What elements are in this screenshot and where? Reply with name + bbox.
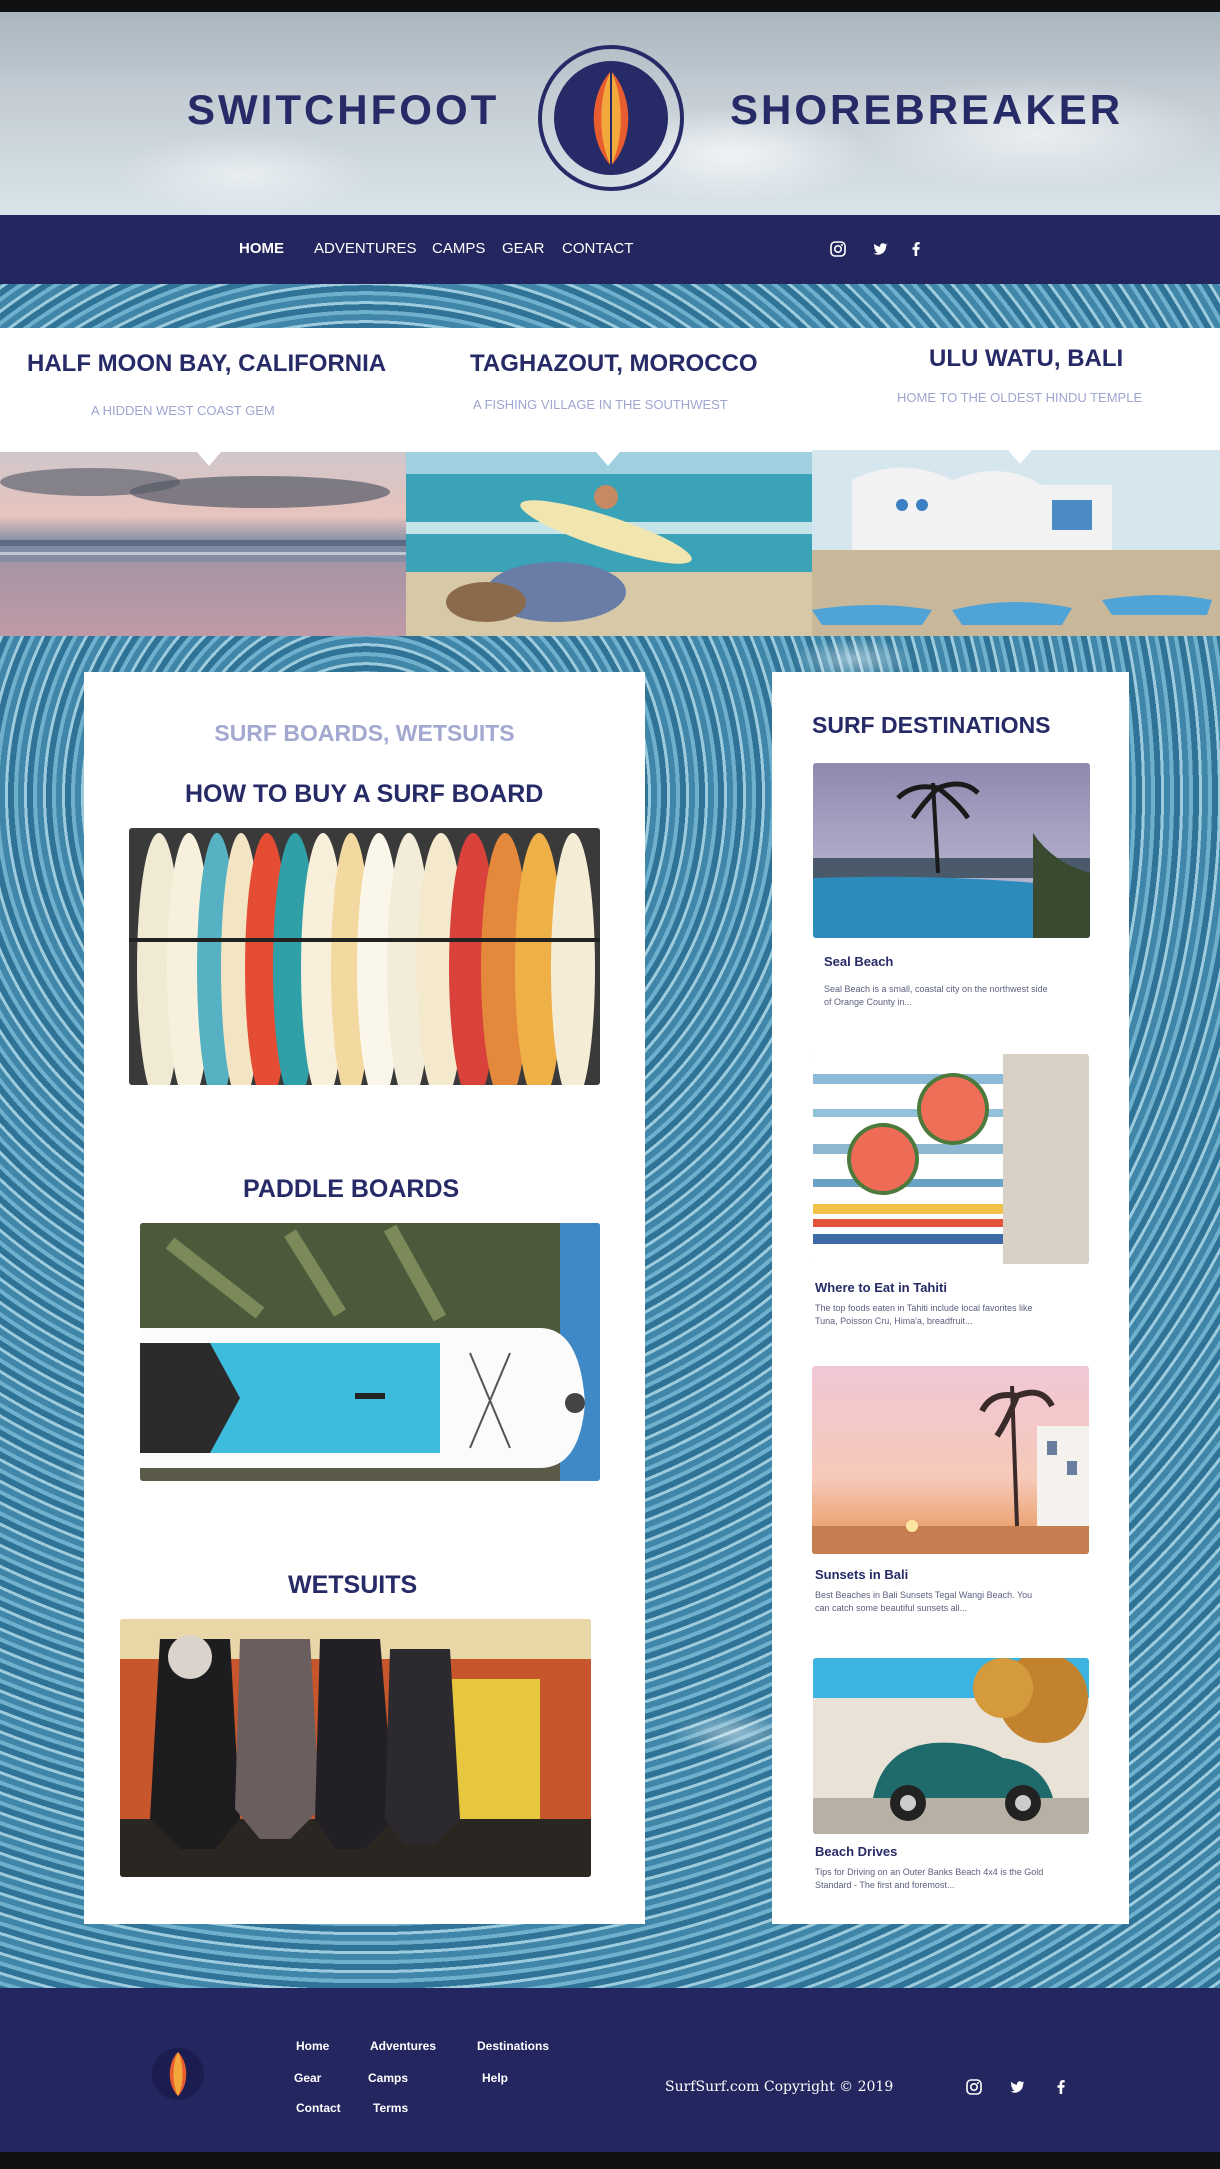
location-title: TAGHAZOUT, MOROCCO [470,350,758,377]
location-card[interactable]: ULU WATU, BALI HOME TO THE OLDEST HINDU … [812,328,1220,636]
footer-logo-icon[interactable] [152,2048,204,2100]
gear-kicker: SURF BOARDS, WETSUITS [214,720,515,746]
instagram-icon[interactable] [829,240,847,258]
destination-name[interactable]: Beach Drives [815,1844,897,1859]
location-subtitle: A FISHING VILLAGE IN THE SOUTHWEST [473,397,728,412]
location-card[interactable]: HALF MOON BAY, CALIFORNIA A HIDDEN WEST … [0,328,406,636]
paddleboard-image[interactable] [140,1223,600,1481]
site-footer: Home Adventures Destinations Gear Camps … [0,1988,1220,2152]
gear-panel: SURF BOARDS, WETSUITS HOW TO BUY A SURF … [84,672,645,1924]
destination-name[interactable]: Where to Eat in Tahiti [815,1280,947,1295]
bottom-strip [0,2152,1220,2169]
destination-image[interactable] [813,1054,1089,1264]
footer-link-help[interactable]: Help [482,2071,508,2085]
destinations-heading: SURF DESTINATIONS [812,712,1051,738]
destination-desc: Tips for Driving on an Outer Banks Beach… [815,1867,1044,1890]
location-image [406,452,812,636]
nav-camps[interactable]: CAMPS [432,240,485,257]
nav-gear[interactable]: GEAR [502,240,545,257]
location-subtitle: HOME TO THE OLDEST HINDU TEMPLE [897,390,1143,405]
twitter-icon[interactable] [871,240,889,258]
section-title: WETSUITS [288,1571,418,1599]
footer-link-terms[interactable]: Terms [373,2101,408,2115]
nav-contact[interactable]: CONTACT [562,240,633,257]
logo[interactable] [538,45,684,191]
footer-link-camps[interactable]: Camps [368,2071,408,2085]
site-header: SWITCHFOOT SHOREBREAKER [0,12,1220,215]
location-title: ULU WATU, BALI [929,345,1124,372]
wetsuits-image[interactable] [120,1619,591,1877]
destination-name[interactable]: Seal Beach [824,954,893,969]
surfboard-logo-icon [554,61,668,175]
main-nav: HOME ADVENTURES CAMPS GEAR CONTACT [0,215,1220,284]
destinations-panel: SURF DESTINATIONS Seal Beach Seal Beach … [772,672,1129,1924]
section-title: PADDLE BOARDS [243,1175,460,1203]
footer-link-destinations[interactable]: Destinations [477,2039,549,2053]
destination-desc: Seal Beach is a small, coastal city on t… [824,984,1048,1007]
surfboards-image[interactable] [129,828,600,1085]
destination-desc: Best Beaches in Bali Sunsets Tegal Wangi… [815,1590,1033,1613]
facebook-icon[interactable] [907,240,925,258]
brand-word-left: SWITCHFOOT [187,86,500,133]
section-title: HOW TO BUY A SURF BOARD [185,780,544,808]
destination-image[interactable] [812,1366,1089,1554]
location-image [812,450,1220,636]
nav-home[interactable]: HOME [239,240,284,257]
nav-adventures[interactable]: ADVENTURES [314,240,417,257]
footer-link-home[interactable]: Home [296,2039,329,2053]
location-title: HALF MOON BAY, CALIFORNIA [27,350,387,377]
twitter-icon[interactable] [1008,2078,1026,2096]
destination-desc: The top foods eaten in Tahiti include lo… [815,1303,1033,1326]
location-subtitle: A HIDDEN WEST COAST GEM [91,403,275,418]
destination-image[interactable] [813,763,1090,938]
destination-image[interactable] [813,1658,1089,1834]
footer-link-adventures[interactable]: Adventures [370,2039,436,2053]
destination-name[interactable]: Sunsets in Bali [815,1567,908,1582]
facebook-icon[interactable] [1052,2078,1070,2096]
brand-word-right: SHOREBREAKER [730,86,1124,133]
copyright-text: SurfSurf.com Copyright © 2019 [665,2079,894,2095]
footer-link-contact[interactable]: Contact [296,2101,341,2115]
location-card[interactable]: TAGHAZOUT, MOROCCO A FISHING VILLAGE IN … [406,328,812,636]
footer-link-gear[interactable]: Gear [294,2071,321,2085]
top-strip [0,0,1220,12]
location-image [0,452,406,636]
instagram-icon[interactable] [965,2078,983,2096]
